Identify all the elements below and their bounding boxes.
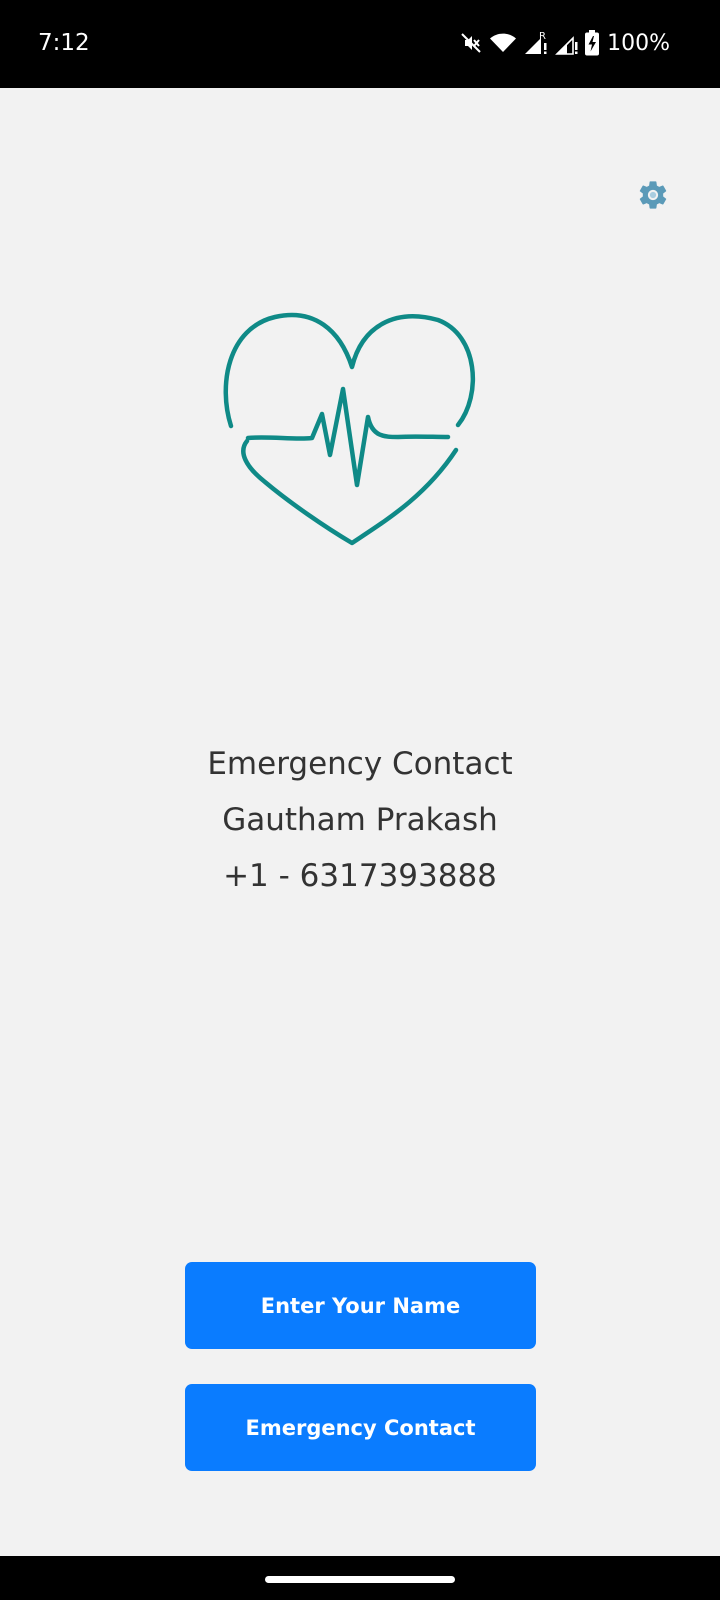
enter-name-button[interactable]: Enter Your Name — [185, 1262, 536, 1349]
status-icons: R 100% — [459, 28, 670, 58]
battery-charging-icon — [585, 30, 600, 56]
status-time: 7:12 — [38, 30, 90, 56]
heart-pulse-icon — [223, 312, 476, 546]
gear-icon — [639, 181, 667, 209]
status-bar: 7:12 R 100% — [0, 0, 720, 88]
svg-text:R: R — [539, 31, 546, 42]
emergency-contact-button[interactable]: Emergency Contact — [185, 1384, 536, 1471]
battery-percent: 100% — [607, 30, 670, 56]
home-indicator[interactable] — [265, 1576, 455, 1583]
settings-button[interactable] — [636, 178, 670, 212]
contact-phone: +1 - 6317393888 — [223, 858, 497, 894]
signal-icon — [555, 30, 579, 56]
mute-icon — [459, 31, 483, 55]
navigation-bar — [0, 1556, 720, 1600]
signal-roaming-icon: R — [523, 30, 549, 56]
wifi-icon — [489, 31, 517, 55]
emergency-contact-info: Emergency Contact Gautham Prakash +1 - 6… — [0, 736, 720, 904]
contact-name: Gautham Prakash — [222, 802, 498, 838]
heart-pulse-logo — [218, 308, 480, 548]
contact-heading: Emergency Contact — [207, 746, 513, 782]
